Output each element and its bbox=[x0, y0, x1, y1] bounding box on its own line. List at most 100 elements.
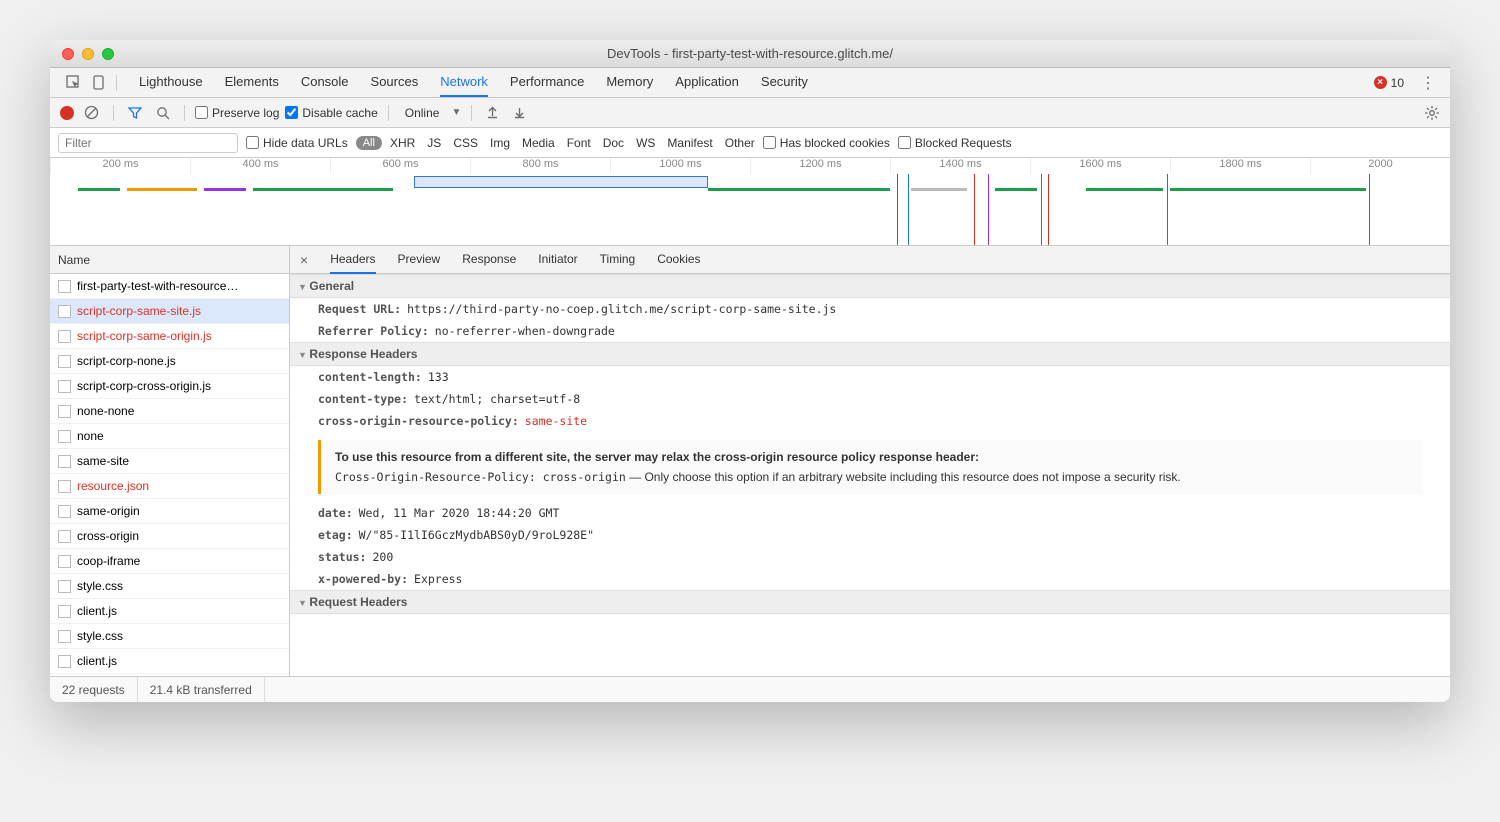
filter-type-manifest[interactable]: Manifest bbox=[667, 136, 712, 150]
filter-type-img[interactable]: Img bbox=[490, 136, 510, 150]
tl-marker bbox=[908, 174, 909, 245]
tl-seg bbox=[1086, 188, 1163, 191]
request-row[interactable]: same-origin bbox=[50, 499, 289, 524]
tab-security[interactable]: Security bbox=[761, 68, 808, 97]
hide-data-urls-checkbox[interactable]: Hide data URLs bbox=[246, 136, 348, 150]
record-button[interactable] bbox=[60, 106, 74, 120]
network-toolbar: Preserve log Disable cache Online ▼ bbox=[50, 98, 1450, 128]
request-row[interactable]: coop-iframe bbox=[50, 549, 289, 574]
file-icon bbox=[58, 480, 71, 493]
clear-icon[interactable] bbox=[80, 105, 103, 120]
xpb-value: Express bbox=[414, 572, 462, 586]
filter-type-xhr[interactable]: XHR bbox=[390, 136, 415, 150]
tab-elements[interactable]: Elements bbox=[225, 68, 279, 97]
timeline[interactable]: 200 ms400 ms600 ms800 ms1000 ms1200 ms14… bbox=[50, 158, 1450, 246]
kebab-icon[interactable]: ⋮ bbox=[1416, 73, 1440, 93]
timeline-tick: 1400 ms bbox=[890, 158, 1030, 174]
filter-type-doc[interactable]: Doc bbox=[603, 136, 624, 150]
upload-icon[interactable] bbox=[482, 106, 503, 119]
close-detail-icon[interactable]: × bbox=[300, 252, 308, 268]
tab-network[interactable]: Network bbox=[440, 68, 488, 97]
request-label: same-origin bbox=[77, 504, 140, 518]
tl-seg bbox=[204, 188, 246, 191]
tab-memory[interactable]: Memory bbox=[606, 68, 653, 97]
content: Name first-party-test-with-resource…scri… bbox=[50, 246, 1450, 676]
referrer-value: no-referrer-when-downgrade bbox=[435, 324, 615, 338]
filter-type-js[interactable]: JS bbox=[427, 136, 441, 150]
divider bbox=[113, 105, 114, 121]
disable-cache-checkbox[interactable]: Disable cache bbox=[285, 106, 377, 120]
request-row[interactable]: first-party-test-with-resource… bbox=[50, 274, 289, 299]
filter-type-font[interactable]: Font bbox=[567, 136, 591, 150]
detail-tab-timing[interactable]: Timing bbox=[600, 246, 636, 274]
tl-marker bbox=[897, 174, 898, 245]
detail-body: General Request URL:https://third-party-… bbox=[290, 274, 1450, 676]
request-row[interactable]: script-corp-same-origin.js bbox=[50, 324, 289, 349]
detail-tabs: × Headers Preview Response Initiator Timing C… bbox=[290, 246, 1450, 274]
file-icon bbox=[58, 555, 71, 568]
has-blocked-cookies-checkbox[interactable]: Has blocked cookies bbox=[763, 136, 890, 150]
preserve-log-checkbox[interactable]: Preserve log bbox=[195, 106, 279, 120]
name-header[interactable]: Name bbox=[50, 246, 289, 274]
detail-tab-response[interactable]: Response bbox=[462, 246, 516, 274]
throttle-select[interactable]: Online bbox=[399, 106, 446, 120]
download-icon[interactable] bbox=[509, 106, 530, 119]
tab-sources[interactable]: Sources bbox=[371, 68, 419, 97]
divider bbox=[471, 105, 472, 121]
timeline-tick: 2000 bbox=[1310, 158, 1450, 174]
search-icon[interactable] bbox=[152, 106, 174, 120]
tab-lighthouse[interactable]: Lighthouse bbox=[139, 68, 203, 97]
gear-icon[interactable] bbox=[1424, 105, 1440, 121]
request-row[interactable]: script-corp-cross-origin.js bbox=[50, 374, 289, 399]
device-icon[interactable] bbox=[87, 75, 112, 90]
error-badge[interactable]: ×10 bbox=[1374, 76, 1404, 90]
filter-icon[interactable] bbox=[124, 106, 146, 120]
detail-tab-headers[interactable]: Headers bbox=[330, 246, 375, 274]
detail-tab-preview[interactable]: Preview bbox=[398, 246, 441, 274]
blocked-requests-checkbox[interactable]: Blocked Requests bbox=[898, 136, 1012, 150]
filter-type-media[interactable]: Media bbox=[522, 136, 555, 150]
main-tabs-row: Lighthouse Elements Console Sources Network P… bbox=[50, 68, 1450, 98]
request-row[interactable]: script-corp-same-site.js bbox=[50, 299, 289, 324]
filter-all[interactable]: All bbox=[356, 136, 382, 150]
divider bbox=[116, 75, 117, 91]
detail-tab-initiator[interactable]: Initiator bbox=[538, 246, 577, 274]
section-request-headers[interactable]: Request Headers bbox=[290, 590, 1450, 614]
window-title: DevTools - first-party-test-with-resourc… bbox=[50, 46, 1450, 61]
filter-input[interactable] bbox=[58, 133, 238, 153]
tl-seg bbox=[995, 188, 1037, 191]
content-type-value: text/html; charset=utf-8 bbox=[414, 392, 580, 406]
request-row[interactable]: client.js bbox=[50, 649, 289, 674]
request-row[interactable]: none-none bbox=[50, 399, 289, 424]
detail-tab-cookies[interactable]: Cookies bbox=[657, 246, 700, 274]
tab-console[interactable]: Console bbox=[301, 68, 349, 97]
request-row[interactable]: same-site bbox=[50, 449, 289, 474]
request-label: coop-iframe bbox=[77, 554, 140, 568]
inspect-icon[interactable] bbox=[60, 75, 87, 90]
request-row[interactable]: resource.json bbox=[50, 474, 289, 499]
timeline-tick: 1600 ms bbox=[1030, 158, 1170, 174]
tab-application[interactable]: Application bbox=[675, 68, 739, 97]
request-row[interactable]: client.js bbox=[50, 599, 289, 624]
chevron-down-icon[interactable]: ▼ bbox=[451, 107, 461, 118]
section-general[interactable]: General bbox=[290, 274, 1450, 298]
request-row[interactable]: script-corp-none.js bbox=[50, 349, 289, 374]
filter-type-css[interactable]: CSS bbox=[453, 136, 478, 150]
filter-type-ws[interactable]: WS bbox=[636, 136, 655, 150]
timeline-tick: 800 ms bbox=[470, 158, 610, 174]
file-icon bbox=[58, 630, 71, 643]
request-row[interactable]: style.css bbox=[50, 574, 289, 599]
tl-seg bbox=[911, 188, 967, 191]
disable-cache-label: Disable cache bbox=[302, 106, 377, 120]
filter-type-other[interactable]: Other bbox=[725, 136, 755, 150]
request-row[interactable]: cross-origin bbox=[50, 524, 289, 549]
tl-marker bbox=[974, 174, 975, 245]
hide-data-label: Hide data URLs bbox=[263, 136, 348, 150]
section-response-headers[interactable]: Response Headers bbox=[290, 342, 1450, 366]
request-row[interactable]: none bbox=[50, 424, 289, 449]
status-value: 200 bbox=[372, 550, 393, 564]
request-row[interactable]: style.css bbox=[50, 624, 289, 649]
filter-types: XHR JS CSS Img Media Font Doc WS Manifest Other bbox=[390, 136, 755, 150]
tab-performance[interactable]: Performance bbox=[510, 68, 584, 97]
timeline-ticks: 200 ms400 ms600 ms800 ms1000 ms1200 ms14… bbox=[50, 158, 1450, 174]
